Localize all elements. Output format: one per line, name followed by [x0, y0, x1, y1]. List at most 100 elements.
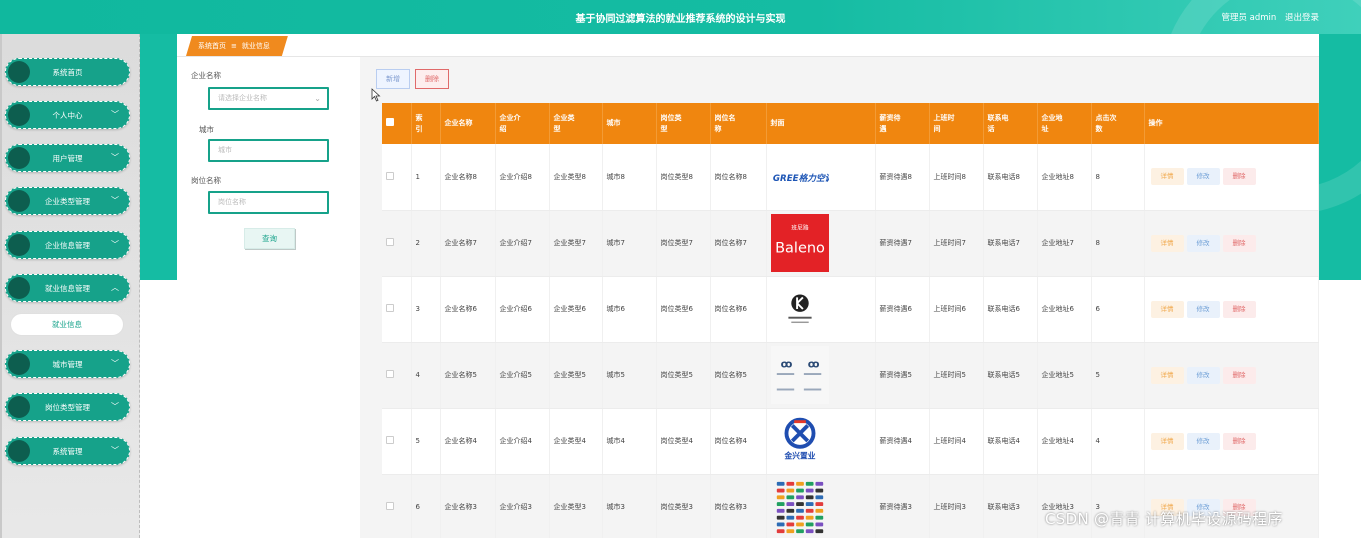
mouse-cursor-icon [371, 88, 381, 102]
cover-cell: ꝏꝏ [766, 342, 876, 409]
logo-collage-icon [776, 481, 823, 534]
baleno-logo-icon: 班尼路 Baleno [770, 214, 829, 272]
detail-button[interactable]: 详情 [1150, 234, 1184, 252]
address-cell: 企业地址4 [1037, 408, 1092, 475]
row-checkbox[interactable] [386, 238, 394, 246]
company-name-cell: 企业名称4 [440, 408, 496, 475]
column-header: 岗位类 型 [656, 103, 711, 144]
add-button[interactable]: 新增 [376, 69, 410, 89]
position-input[interactable]: 岗位名称 [208, 191, 329, 214]
breadcrumb-current: 就业信息 [241, 42, 270, 50]
edit-button[interactable]: 修改 [1186, 234, 1220, 252]
table-row[interactable]: 3 企业名称6 企业介绍6 企业类型6 城市6 岗位类型6 岗位名称6 薪资待遇6 上班时间6 联… [382, 276, 1319, 343]
menu-dot-icon [8, 440, 30, 462]
address-cell: 企业地址7 [1037, 210, 1092, 277]
menu-dot-icon [8, 104, 30, 126]
cover-text: 金兴置业 [783, 450, 815, 460]
detail-button[interactable]: 详情 [1150, 366, 1184, 384]
table-row[interactable]: 4 企业名称5 企业介绍5 企业类型5 城市5 岗位类型5 岗位名称5 ꝏ ꝏ 薪资待遇5 上班时间… [382, 342, 1319, 409]
company-intro-cell: 企业介绍5 [495, 342, 550, 409]
company-name-cell: 企业名称8 [440, 144, 496, 211]
query-button[interactable]: 查询 [244, 228, 295, 249]
table-body: 1 企业名称8 企业介绍8 企业类型8 城市8 岗位类型8 岗位名称8 GREE格力空调 薪资待… [382, 144, 1319, 538]
phone-cell: 联系电话7 [983, 210, 1038, 277]
brand-grid-logo-icon: ꝏꝏ [770, 346, 829, 404]
chevron-down-icon: ⌄ [314, 94, 321, 103]
table-header: 索 引企业名称 企业介 绍企业类 型城市 岗位类 型岗位名 称封面 薪资待 遇上班时 … [382, 103, 1319, 144]
job-type-cell: 岗位类型5 [656, 342, 711, 409]
column-header: 上班时 间 [929, 103, 984, 144]
edit-button[interactable]: 修改 [1186, 432, 1220, 450]
index-cell: 5 [411, 408, 441, 475]
salary-cell: 薪资待遇8 [875, 144, 930, 211]
submenu-item-employment-info[interactable]: 就业信息 [10, 313, 124, 336]
sidebar-item-company-type-management[interactable]: 企业类型管理 ﹀ [5, 187, 130, 215]
company-name-cell: 企业名称3 [440, 474, 496, 538]
chevron-up-icon: ︿ [111, 283, 119, 292]
delete-button[interactable]: 删除 [1222, 234, 1256, 252]
column-header: 操作 [1144, 103, 1319, 144]
chevron-down-icon: ﹀ [111, 196, 119, 205]
company-type-cell: 企业类型3 [549, 474, 603, 538]
menu-dot-icon [8, 234, 30, 256]
edit-button[interactable]: 修改 [1186, 366, 1220, 384]
svg-text:ꝏ: ꝏ [807, 357, 819, 370]
cover-cell [766, 474, 876, 538]
phone-cell: 联系电话4 [983, 408, 1038, 475]
delete-button[interactable]: 删除 [1222, 366, 1256, 384]
table-row[interactable]: 5 企业名称4 企业介绍4 企业类型4 城市4 岗位类型4 岗位名称4 金兴置业 薪资待遇4 上班… [382, 408, 1319, 475]
company-select[interactable]: 请选择企业名称 ⌄ [208, 87, 329, 110]
edit-button[interactable]: 修改 [1186, 168, 1220, 186]
clicks-cell: 5 [1091, 342, 1145, 409]
detail-button[interactable]: 详情 [1150, 432, 1184, 450]
sidebar-item-home[interactable]: 系统首页 [5, 58, 130, 86]
cover-text: Baleno [775, 241, 825, 257]
work-time-cell: 上班时间8 [929, 144, 984, 211]
clicks-cell: 8 [1091, 210, 1145, 277]
sidebar-item-job-type-management[interactable]: 岗位类型管理 ﹀ [5, 393, 130, 421]
phone-cell: 联系电话5 [983, 342, 1038, 409]
column-header: 企业类 型 [549, 103, 603, 144]
breadcrumb-home[interactable]: 系统首页 [198, 42, 226, 50]
phone-cell: 联系电话6 [983, 276, 1038, 343]
delete-button[interactable]: 删除 [1222, 168, 1256, 186]
company-intro-cell: 企业介绍6 [495, 276, 550, 343]
menu-dot-icon [8, 147, 30, 169]
delete-button[interactable]: 删除 [1222, 432, 1256, 450]
index-cell: 6 [411, 474, 441, 538]
chevron-down-icon: ﹀ [111, 402, 119, 411]
column-header: 企业介 绍 [495, 103, 550, 144]
row-checkbox[interactable] [386, 304, 394, 312]
edit-button[interactable]: 修改 [1186, 300, 1220, 318]
index-cell: 4 [411, 342, 441, 409]
sidebar-item-user-management[interactable]: 用户管理 ﹀ [5, 144, 130, 172]
menu-dot-icon [8, 190, 30, 212]
detail-button[interactable]: 详情 [1150, 300, 1184, 318]
sidebar-item-city-management[interactable]: 城市管理 ﹀ [5, 350, 130, 378]
sidebar-item-personal-center[interactable]: 个人中心 ﹀ [5, 101, 130, 129]
row-checkbox[interactable] [386, 370, 394, 378]
checkbox-cell [382, 210, 412, 277]
batch-delete-button[interactable]: 删除 [415, 69, 449, 89]
detail-button[interactable]: 详情 [1150, 168, 1184, 186]
sidebar-item-system-management[interactable]: 系统管理 ﹀ [5, 437, 130, 465]
city-input[interactable]: 城市 [208, 139, 329, 162]
cover-cell: GREE格力空调 [766, 144, 876, 211]
table-row[interactable]: 2 企业名称7 企业介绍7 企业类型7 城市7 岗位类型7 岗位名称7 班尼路 Baleno 薪资… [382, 210, 1319, 277]
company-type-cell: 企业类型5 [549, 342, 603, 409]
delete-button[interactable]: 删除 [1222, 300, 1256, 318]
row-checkbox[interactable] [386, 502, 394, 510]
column-header: 城市 [602, 103, 657, 144]
select-all-checkbox[interactable] [386, 117, 394, 126]
row-checkbox[interactable] [386, 171, 394, 180]
row-checkbox[interactable] [386, 436, 394, 444]
sidebar-item-employment-info-management[interactable]: 就业信息管理 ︿ [5, 274, 130, 302]
salary-cell: 薪资待遇7 [875, 210, 930, 277]
sidebar-item-company-info-management[interactable]: 企业信息管理 ﹀ [5, 231, 130, 259]
company-name-cell: 企业名称7 [440, 210, 496, 277]
company-filter-label: 企业名称 [191, 71, 221, 80]
company-type-cell: 企业类型4 [549, 408, 603, 475]
company-name-cell: 企业名称6 [440, 276, 496, 343]
cover-subtext: 班尼路 [791, 223, 809, 231]
table-row[interactable]: 1 企业名称8 企业介绍8 企业类型8 城市8 岗位类型8 岗位名称8 GREE格力空调 薪资待… [382, 144, 1319, 211]
